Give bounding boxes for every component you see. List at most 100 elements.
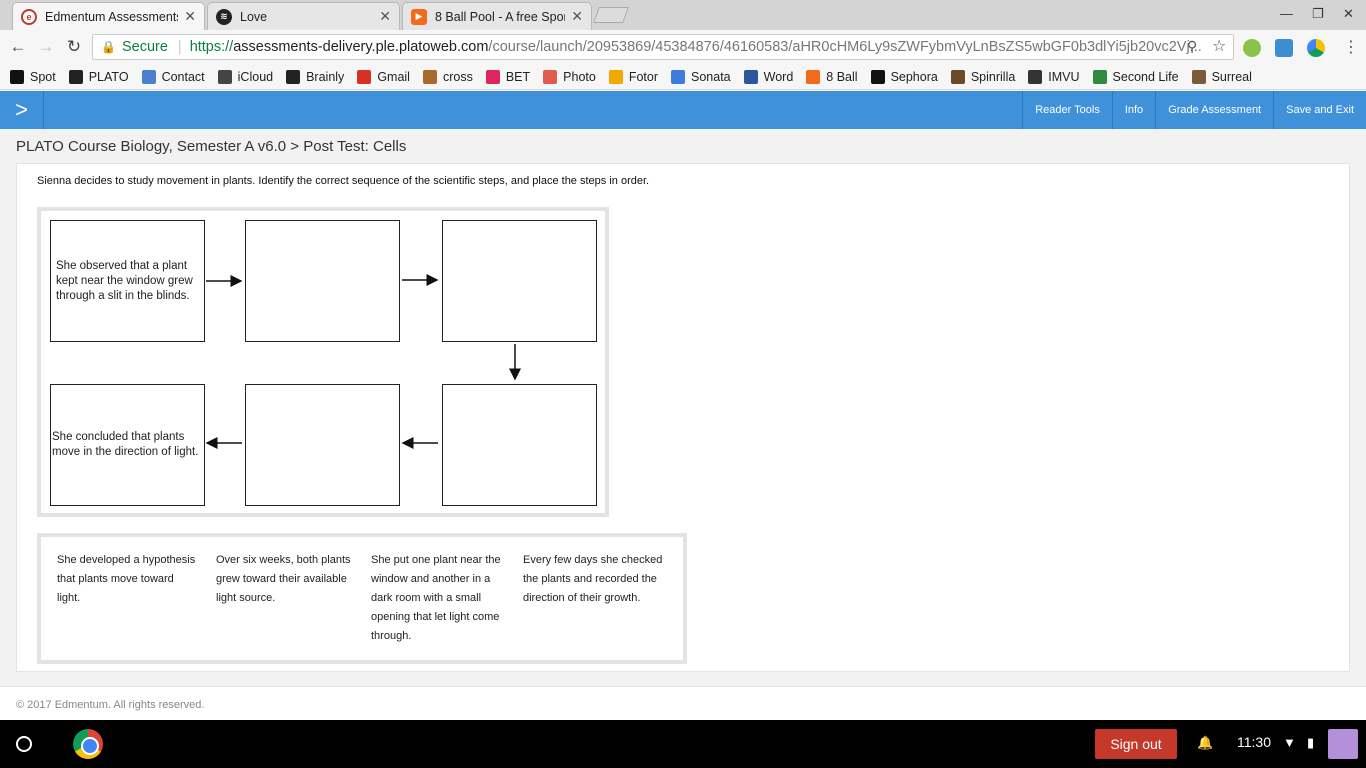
bookmark-label: Word [763,69,794,84]
spinrilla-icon [950,69,965,84]
tab-8-ball-pool[interactable]: ▶ 8 Ball Pool - A free Sport ✕ [402,2,592,30]
bookmark-label: Photo [563,69,596,84]
bookmark-label: 8 Ball [826,69,858,84]
bookmark-contact[interactable]: Contact [141,69,205,84]
cross-icon [422,69,437,84]
info-button[interactable]: Info [1111,91,1155,129]
url-path: /course/launch/20953869/45384876/4616058… [488,39,1202,55]
brainly-icon [286,69,301,84]
bookmark-spinrilla[interactable]: Spinrilla [950,69,1015,84]
spotify-icon [10,69,24,84]
bookmark-imvu[interactable]: IMVU [1028,69,1080,84]
url-scheme: https:// [189,39,234,55]
tab-title: Edmentum Assessments [45,9,179,24]
answer-card-hypothesis[interactable]: She developed a hypothesis that plants m… [57,551,199,608]
zoom-icon[interactable]: ⚲ [1187,38,1197,55]
bookmark-icloud[interactable]: iCloud [217,69,273,84]
bookmark-8-ball[interactable]: 8 Ball [806,69,858,84]
sequence-diagram: She observed that a plant kept near the … [37,207,609,517]
avatar[interactable] [1328,729,1358,759]
launcher-icon[interactable] [16,736,32,752]
bookmark-word[interactable]: Word [743,69,794,84]
sephora-icon [870,69,885,84]
answer-card-recorded-growth[interactable]: Every few days she checked the plants an… [523,551,673,608]
bookmark-fotor[interactable]: Fotor [608,69,659,84]
reload-icon[interactable]: ↻ [64,37,84,57]
battery-icon[interactable]: ▮ [1307,735,1314,751]
play-icon: ▶ [411,8,427,25]
bookmark-sonata[interactable]: Sonata [671,69,731,84]
clock[interactable]: 11:30 [1237,734,1271,750]
tab-title: 8 Ball Pool - A free Sport [435,9,566,24]
reader-tools-button[interactable]: Reader Tools [1022,91,1112,129]
star-icon [485,69,500,84]
chrome-icon[interactable] [73,729,103,759]
fotor-icon [608,69,623,84]
lock-icon: 🔒 [101,40,116,54]
bookmark-bet[interactable]: BET [485,69,530,84]
chevron-right-icon: > [15,97,28,122]
bookmark-label: IMVU [1048,69,1080,84]
extension-icon[interactable] [1275,39,1293,57]
bookmark-label: PLATO [88,69,129,84]
close-tab-icon[interactable]: ✕ [184,8,196,25]
question-panel: Sienna decides to study movement in plan… [16,163,1350,672]
sign-out-button[interactable]: Sign out [1095,729,1177,759]
bookmark-label: Surreal [1211,69,1252,84]
page-footer: © 2017 Edmentum. All rights reserved. [0,686,1366,720]
os-shelf: Sign out 🔔 11:30 ▼ ▮ [0,720,1366,768]
forward-icon[interactable]: → [36,37,56,57]
bookmarks-bar: Spot PLATO Contact iCloud Brainly Gmail cross B… [0,64,1366,90]
wifi-icon[interactable]: ▼ [1283,735,1296,750]
second-life-icon [1092,69,1107,84]
minimize-icon[interactable]: — [1280,6,1293,21]
bookmark-label: Spot [30,69,56,84]
address-bar[interactable]: 🔒 Secure | https:// assessments-delivery… [92,34,1234,60]
bookmark-cross[interactable]: cross [422,69,473,84]
tab-strip: e Edmentum Assessments ✕ ≋ Love ✕ ▶ 8 Ba… [0,0,1366,30]
sonata-icon [671,69,686,84]
tab-title: Love [240,9,268,24]
tab-edmentum-assessments[interactable]: e Edmentum Assessments ✕ [12,2,205,30]
bookmark-plato[interactable]: PLATO [68,69,129,84]
apple-icon [217,69,232,84]
tab-love[interactable]: ≋ Love ✕ [207,2,400,30]
question-prompt: Sienna decides to study movement in plan… [37,175,650,187]
gmail-icon [357,69,372,84]
menu-toggle-button[interactable]: > [0,91,44,129]
maximize-icon[interactable]: ❐ [1312,6,1324,22]
back-icon[interactable]: ← [8,37,28,57]
bookmark-second-life[interactable]: Second Life [1092,69,1179,84]
bookmark-label: Sonata [691,69,731,84]
save-and-exit-button[interactable]: Save and Exit [1273,91,1366,129]
extension-icon[interactable] [1307,39,1325,57]
chrome-menu-icon[interactable]: ⋮ [1343,37,1359,57]
bookmark-brainly[interactable]: Brainly [286,69,344,84]
bookmark-label: Fotor [628,69,659,84]
bookmark-label: Sephora [890,69,938,84]
imvu-icon [1028,69,1043,84]
copyright-text: © 2017 Edmentum. All rights reserved. [16,699,205,711]
bookmark-spot[interactable]: Spot [10,69,56,84]
secure-label: Secure [121,39,168,55]
gear-icon [1191,69,1206,84]
app-nav: Reader Tools Info Grade Assessment Save … [1022,91,1366,129]
answer-card-experiment-setup[interactable]: She put one plant near the window and an… [371,551,505,646]
new-tab-button[interactable] [593,7,629,23]
grade-assessment-button[interactable]: Grade Assessment [1155,91,1273,129]
close-window-icon[interactable]: ✕ [1343,6,1354,22]
edmentum-icon [68,69,83,84]
bookmark-star-icon[interactable]: ☆ [1212,36,1226,56]
answer-card-six-weeks[interactable]: Over six weeks, both plants grew toward … [216,551,358,608]
close-tab-icon[interactable]: ✕ [571,8,583,25]
contact-icon [141,69,156,84]
bookmark-photo[interactable]: Photo [543,69,596,84]
notification-bell-icon[interactable]: 🔔 [1197,735,1213,751]
bookmark-gmail[interactable]: Gmail [357,69,410,84]
extension-icon[interactable] [1243,39,1261,57]
bookmark-sephora[interactable]: Sephora [870,69,938,84]
bookmark-surreal[interactable]: Surreal [1191,69,1252,84]
close-tab-icon[interactable]: ✕ [379,8,391,25]
bookmark-label: Gmail [377,69,410,84]
bookmark-label: cross [442,69,473,84]
